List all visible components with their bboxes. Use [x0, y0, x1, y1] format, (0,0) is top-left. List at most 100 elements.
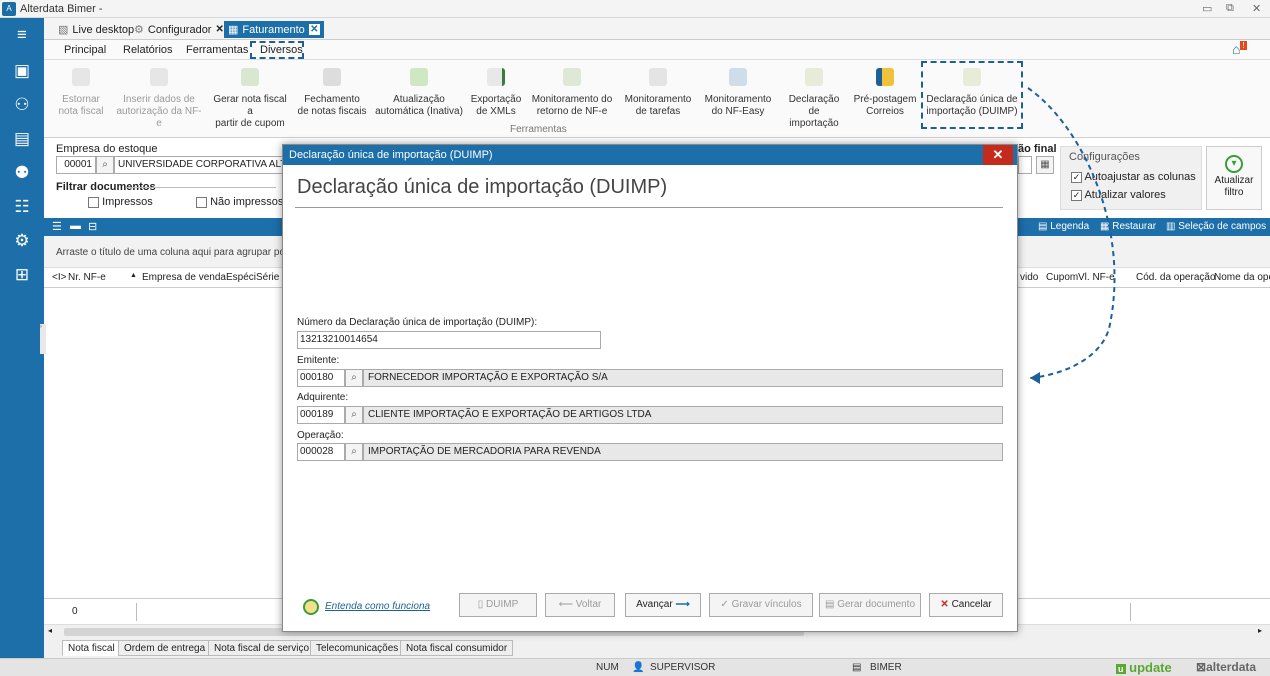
empresa-code-field[interactable]: 00001	[56, 156, 96, 174]
avancar-button[interactable]: Avançar ⟶	[625, 593, 701, 617]
col-especie[interactable]: Espéci	[226, 272, 256, 283]
estornar-nota-fiscal-button[interactable]: Estornar nota fiscal	[54, 68, 108, 118]
tab-configurador[interactable]: ⚙ Configurador ✕	[130, 21, 228, 38]
menu-principal[interactable]: Principal	[64, 44, 106, 56]
emitente-search-icon[interactable]: ⌕	[345, 369, 363, 387]
dashboard-icon[interactable]: ▣	[0, 56, 44, 86]
menu-ferramentas[interactable]: Ferramentas	[186, 44, 248, 56]
record-count: 0	[72, 606, 78, 617]
entenda-como-funciona-link[interactable]: Entenda como funciona	[325, 601, 430, 612]
num-lock-indicator: NUM	[596, 662, 619, 673]
selecao-campos-button[interactable]: ▥ Seleção de campos	[1166, 221, 1266, 232]
nao-impressos-checkbox[interactable]: Não impressos	[196, 196, 283, 208]
operacao-name-field: IMPORTAÇÃO DE MERCADORIA PARA REVENDA	[363, 443, 1003, 461]
col-empresa-venda[interactable]: Empresa de venda	[142, 272, 226, 283]
calculator-icon	[323, 68, 341, 86]
status-bar: NUM 👤 SUPERVISOR ▤ BIMER u update ⊠alter…	[0, 658, 1270, 676]
ribbon-group-label: Ferramentas	[510, 124, 567, 135]
menu-relatorios[interactable]: Relatórios	[123, 44, 173, 56]
minimize-icon[interactable]: ▭	[1202, 2, 1212, 15]
operacao-code-field[interactable]: 000028	[297, 443, 345, 461]
pre-postagem-correios-button[interactable]: Pré-postagem Correios	[852, 68, 918, 118]
impressos-checkbox[interactable]: Impressos	[88, 196, 153, 208]
tab-faturamento[interactable]: ▦ Faturamento ✕	[224, 21, 324, 38]
emitente-name-field: FORNECEDOR IMPORTAÇÃO E EXPORTAÇÃO S/A	[363, 369, 1003, 387]
col-cod-operacao[interactable]: Cód. da operação	[1136, 272, 1216, 283]
app-logo-icon: A	[2, 2, 16, 16]
col-nr-nfe[interactable]: Nr. NF-e	[68, 272, 106, 283]
tab-nota-fiscal[interactable]: Nota fiscal	[62, 640, 121, 656]
grid-export-icon[interactable]: ⊟	[88, 220, 97, 233]
numero-duimp-input[interactable]: 13213210014654	[297, 331, 601, 349]
monitoramento-tarefas-button[interactable]: Monitoramento de tarefas	[622, 68, 694, 118]
grid-options-icon[interactable]: ☰	[52, 220, 62, 233]
left-sidebar: ≡ ▣ ⚇ ▤ ⚉ ☷ ⚙ ⊞	[0, 18, 44, 658]
hamburger-menu-icon[interactable]: ≡	[0, 20, 44, 50]
exportacao-xmls-button[interactable]: Exportação de XMLs	[470, 68, 522, 118]
scroll-left-icon[interactable]: ◂	[48, 626, 52, 635]
close-window-icon[interactable]: ✕	[1252, 2, 1261, 15]
window-titlebar: A Alterdata Bimer - ▭ ⧉ ✕	[0, 0, 1270, 18]
monitoramento-nf-easy-button[interactable]: Monitoramento do NF-Easy	[700, 68, 776, 118]
close-tab-icon[interactable]: ✕	[308, 24, 320, 35]
current-user: SUPERVISOR	[650, 662, 716, 673]
col-nome-operacao[interactable]: Nome da ope	[1214, 272, 1270, 283]
atualizar-filtro-button[interactable]: ▾ Atualizar filtro	[1206, 146, 1262, 210]
notification-icon[interactable]: ⌂!	[1232, 41, 1247, 57]
close-tab-icon[interactable]: ✕	[215, 22, 223, 38]
alterdata-logo: ⊠alterdata	[1196, 660, 1257, 674]
dialog-footer: Entenda como funciona ▯ DUIMP ⟵ Voltar A…	[283, 587, 1017, 631]
cancel-x-icon: ✕	[940, 599, 949, 610]
empresa-search-icon[interactable]: ⌕	[96, 156, 114, 174]
scroll-right-icon[interactable]: ▸	[1258, 626, 1262, 635]
users-group-icon[interactable]: ⚉	[0, 158, 44, 188]
list-settings-icon[interactable]: ☷	[0, 192, 44, 222]
gerar-nota-fiscal-cupom-button[interactable]: Gerar nota fiscal a partir de cupom	[210, 68, 290, 130]
nf-easy-icon	[729, 68, 747, 86]
emitente-code-field[interactable]: 000180	[297, 369, 345, 387]
document-settings-icon[interactable]: ▤	[0, 124, 44, 154]
gerar-documento-button[interactable]: ▤ Gerar documento	[819, 593, 921, 617]
operacao-search-icon[interactable]: ⌕	[345, 443, 363, 461]
adquirente-label: Adquirente:	[297, 392, 349, 403]
sort-asc-icon: ▲	[130, 272, 137, 279]
gear-icon[interactable]: ⚙	[0, 226, 44, 256]
tab-nota-fiscal-servico[interactable]: Nota fiscal de serviço	[208, 640, 316, 656]
col-serie[interactable]: Série	[256, 272, 279, 283]
window-title: Alterdata Bimer -	[20, 3, 103, 15]
tab-telecomunicacoes[interactable]: Telecomunicações	[310, 640, 405, 656]
cancelar-button[interactable]: ✕ Cancelar	[929, 593, 1003, 617]
empresa-name-field[interactable]: UNIVERSIDADE CORPORATIVA ALTERDA	[114, 156, 284, 174]
tab-live-desktop[interactable]: ▧ Live desktop	[54, 21, 138, 38]
arrow-right-icon: ⟶	[675, 599, 690, 610]
declaracao-importacao-button[interactable]: Declaração de importação	[782, 68, 846, 130]
people-icon[interactable]: ⚇	[0, 90, 44, 120]
splitter-handle[interactable]: ›	[40, 324, 46, 354]
dialog-close-button[interactable]: ✕	[983, 145, 1013, 165]
gravar-vinculos-button[interactable]: ✓ Gravar vínculos	[709, 593, 813, 617]
inserir-dados-autorizacao-button[interactable]: Inserir dados de autorização da NF-e	[114, 68, 204, 130]
update-logo: u update	[1116, 660, 1172, 675]
satellite-icon	[563, 68, 581, 86]
monitoramento-retorno-nfe-button[interactable]: Monitoramento do retorno de NF-e	[528, 68, 616, 118]
database-icon: ▤	[852, 662, 862, 673]
fechamento-notas-fiscais-button[interactable]: Fechamento de notas fiscais	[296, 68, 368, 118]
insert-data-icon	[150, 68, 168, 86]
tab-nota-fiscal-consumidor[interactable]: Nota fiscal consumidor	[400, 640, 514, 656]
adquirente-search-icon[interactable]: ⌕	[345, 406, 363, 424]
dialog-titlebar: Declaração única de importação (DUIMP)	[283, 145, 1017, 165]
adquirente-code-field[interactable]: 000189	[297, 406, 345, 424]
field-selection-icon: ▥	[1166, 221, 1176, 232]
voltar-button[interactable]: ⟵ Voltar	[545, 593, 615, 617]
atualizacao-automatica-button[interactable]: Atualização automática (Inativa)	[374, 68, 464, 118]
menu-diversos[interactable]: Diversos	[260, 44, 303, 56]
tab-ordem-entrega[interactable]: Ordem de entrega	[118, 640, 212, 656]
grid-filter-icon[interactable]: ▬	[70, 220, 81, 232]
annotation-arrow	[1027, 87, 1116, 384]
restore-icon[interactable]: ⧉	[1226, 2, 1234, 15]
apps-grid-icon[interactable]: ⊞	[0, 260, 44, 290]
refresh-icon	[410, 68, 428, 86]
duimp-button[interactable]: ▯ DUIMP	[459, 593, 537, 617]
col-indicator[interactable]: <I>	[52, 272, 66, 283]
declaracao-unica-importacao-button[interactable]: Declaração única de importação (DUIMP)	[924, 68, 1020, 118]
